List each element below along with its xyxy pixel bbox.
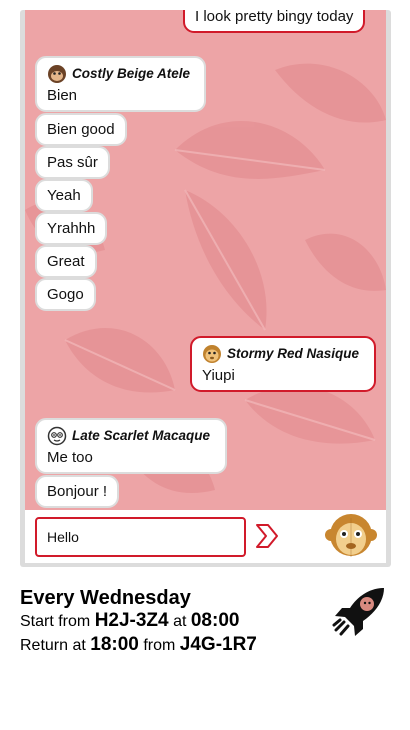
message-bubble: Gogo: [35, 278, 96, 311]
message-text: Pas sûr: [47, 154, 98, 171]
return-code: J4G-1R7: [179, 634, 257, 655]
message-text: Yrahhh: [47, 220, 96, 237]
message-text: Great: [47, 253, 85, 270]
message-composer: [25, 510, 386, 563]
trip-return-line: Return at 18:00 from J4G-1R7: [20, 633, 320, 657]
monkey-avatar-icon[interactable]: [325, 513, 377, 559]
message-bubble: Great: [35, 245, 97, 278]
message-list[interactable]: I look pretty bingy today Costly Beige A…: [25, 10, 386, 510]
message-bubble: Bonjour !: [35, 475, 120, 508]
message-bubble: Bien good: [35, 113, 127, 146]
return-time: 18:00: [90, 634, 139, 655]
message-bubble: I look pretty bingy today: [183, 10, 366, 33]
chevron-right-icon[interactable]: [254, 522, 280, 550]
message-bubble: Stormy Red Nasique Yiupi: [190, 336, 376, 392]
message-bubble: Costly Beige Atele Bien: [35, 56, 206, 112]
message-sender: Late Scarlet Macaque: [47, 426, 215, 446]
message-text: Bien good: [47, 121, 115, 138]
message-text: Yiupi: [202, 367, 235, 384]
trip-summary: Every Wednesday Start from H2J-3Z4 at 08…: [20, 587, 320, 657]
message-text: Bonjour !: [47, 483, 108, 500]
sender-name: Costly Beige Atele: [72, 66, 191, 81]
message-text: Me too: [47, 449, 93, 466]
start-prefix: Start from: [20, 613, 91, 630]
sender-name: Stormy Red Nasique: [227, 346, 360, 361]
monkey-avatar-icon: [48, 65, 66, 83]
message-text: I look pretty bingy today: [195, 10, 354, 25]
message-text: Bien: [47, 87, 78, 104]
sender-name: Late Scarlet Macaque: [72, 428, 211, 443]
monkey-avatar-icon: [47, 426, 67, 446]
message-bubble: Yeah: [35, 179, 93, 212]
message-input[interactable]: [35, 517, 246, 557]
rocket-icon[interactable]: [332, 586, 386, 638]
message-bubble: Pas sûr: [35, 146, 110, 179]
return-prefix: Return at: [20, 637, 86, 654]
message-sender: Costly Beige Atele: [47, 64, 194, 84]
message-sender: Stormy Red Nasique: [202, 344, 364, 364]
start-at: at: [173, 613, 187, 630]
message-bubble: Yrahhh: [35, 212, 108, 245]
start-code: H2J-3Z4: [94, 610, 169, 631]
start-time: 08:00: [190, 610, 240, 631]
message-text: Yeah: [47, 187, 81, 204]
chat-panel: I look pretty bingy today Costly Beige A…: [20, 10, 391, 567]
return-from: from: [143, 637, 176, 654]
trip-start-line: Start from H2J-3Z4 at 08:00: [20, 609, 320, 633]
monkey-avatar-icon: [203, 345, 221, 363]
message-text: Gogo: [47, 286, 84, 303]
trip-title: Every Wednesday: [20, 587, 191, 609]
message-bubble: Late Scarlet Macaque Me too: [35, 418, 227, 474]
